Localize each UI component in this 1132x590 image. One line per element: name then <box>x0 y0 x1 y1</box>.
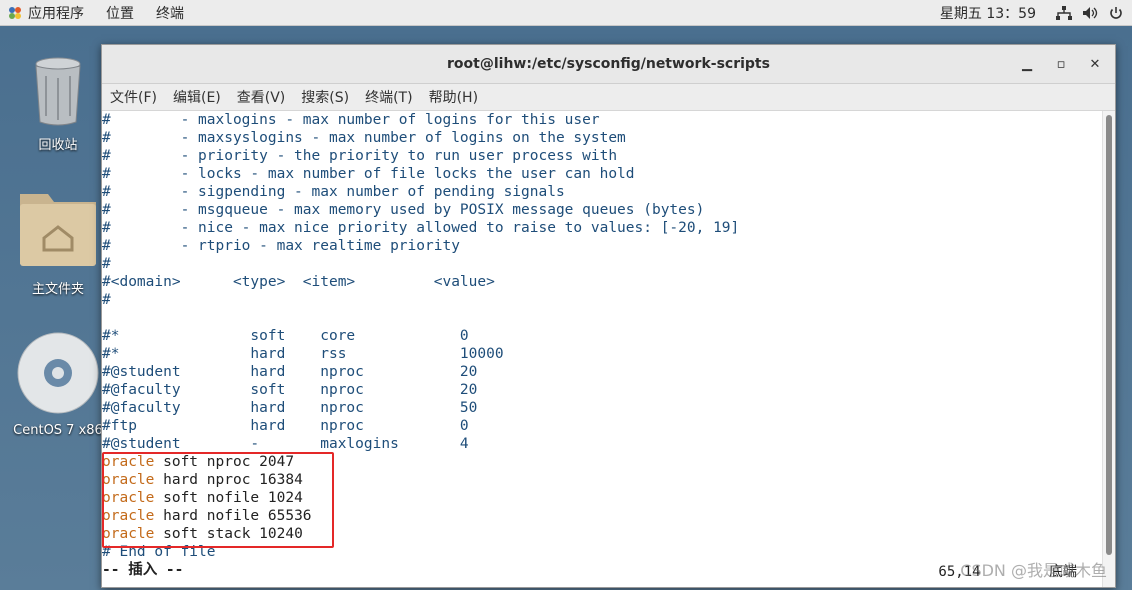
window-titlebar[interactable]: root@lihw:/etc/sysconfig/network-scripts… <box>102 45 1115 84</box>
terminal-menu[interactable]: 终端 <box>148 0 198 25</box>
oracle-keyword: oracle <box>102 526 155 542</box>
cd-icon <box>17 332 99 414</box>
terminal-line: # - nice - max nice priority allowed to … <box>102 220 740 236</box>
oracle-limit-rest: hard nproc 16384 <box>154 472 303 488</box>
minimize-button[interactable]: ▁ <box>1017 54 1037 74</box>
menu-search[interactable]: 搜索(S) <box>293 87 357 107</box>
oracle-limit-rest: soft nofile 1024 <box>154 490 303 506</box>
end-of-file-line: # End of file <box>102 544 216 560</box>
terminal-line: # <box>102 256 111 272</box>
scrollbar-thumb[interactable] <box>1106 115 1112 555</box>
terminal-line: # - msgqueue - max memory used by POSIX … <box>102 202 705 218</box>
oracle-limit-rest: soft nproc 2047 <box>154 454 295 470</box>
terminal-line: # - maxlogins - max number of logins for… <box>102 112 600 128</box>
trash-icon <box>35 57 81 126</box>
power-icon[interactable] <box>1108 6 1124 20</box>
trash-desktop-icon[interactable]: 回收站 <box>8 56 108 153</box>
terminal-content[interactable]: # - maxlogins - max number of logins for… <box>102 111 1102 587</box>
clock[interactable]: 星期五 13：59 <box>940 3 1036 23</box>
terminal-line: #@student hard nproc 20 <box>102 364 478 380</box>
terminal-line: #@faculty soft nproc 20 <box>102 382 478 398</box>
window-title: root@lihw:/etc/sysconfig/network-scripts <box>447 56 770 72</box>
top-menu: 应用程序 位置 终端 <box>0 0 198 25</box>
minimize-icon: ▁ <box>1022 56 1032 72</box>
applications-icon <box>9 6 21 19</box>
home-folder-desktop-icon[interactable]: 主文件夹 <box>8 186 108 297</box>
applications-menu[interactable]: 应用程序 <box>0 0 98 25</box>
cd-desktop-icon[interactable]: CentOS 7 x86 <box>8 331 108 438</box>
oracle-limit-line: oracle soft nofile 1024 <box>102 489 1102 507</box>
oracle-limit-rest: hard nofile 65536 <box>154 508 312 524</box>
home-folder-icon <box>20 194 96 266</box>
oracle-limit-rest: soft stack 10240 <box>154 526 303 542</box>
oracle-limit-line: oracle hard nofile 65536 <box>102 507 1102 525</box>
terminal-line: #<domain> <type> <item> <value> <box>102 274 495 290</box>
maximize-icon: ▫ <box>1056 56 1066 72</box>
terminal-line: #* soft core 0 <box>102 328 469 344</box>
top-right-tray: 星期五 13：59 <box>940 3 1132 23</box>
terminal-line: #* hard rss 10000 <box>102 346 504 362</box>
terminal-line: # - rtprio - max realtime priority <box>102 238 460 254</box>
terminal-line: #@faculty hard nproc 50 <box>102 400 478 416</box>
terminal-line: # - priority - the priority to run user … <box>102 148 618 164</box>
menu-edit[interactable]: 编辑(E) <box>165 87 229 107</box>
home-folder-label: 主文件夹 <box>31 282 84 297</box>
places-menu-label: 位置 <box>106 5 134 22</box>
menu-terminal[interactable]: 终端(T) <box>357 87 420 107</box>
oracle-limit-line: oracle soft nproc 2047 <box>102 453 1102 471</box>
menu-file[interactable]: 文件(F) <box>102 87 165 107</box>
watermark: CSDN @我是咸木鱼 <box>960 561 1107 580</box>
oracle-limit-line: oracle hard nproc 16384 <box>102 471 1102 489</box>
terminal-line: # <box>102 292 111 308</box>
top-panel: 应用程序 位置 终端 星期五 13：59 <box>0 0 1132 26</box>
oracle-keyword: oracle <box>102 472 155 488</box>
terminal-scrollbar[interactable] <box>1102 111 1115 587</box>
terminal-line: #ftp hard nproc 0 <box>102 418 469 434</box>
applications-menu-label: 应用程序 <box>28 5 84 22</box>
oracle-keyword: oracle <box>102 490 155 506</box>
oracle-keyword: oracle <box>102 454 155 470</box>
terminal-menu-label: 终端 <box>156 5 184 22</box>
oracle-keyword: oracle <box>102 508 155 524</box>
maximize-button[interactable]: ▫ <box>1051 54 1071 74</box>
places-menu[interactable]: 位置 <box>98 0 148 25</box>
terminal-line: # - sigpending - max number of pending s… <box>102 184 565 200</box>
menu-view[interactable]: 查看(V) <box>229 87 294 107</box>
terminal-line: # - maxsyslogins - max number of logins … <box>102 130 626 146</box>
close-icon: ✕ <box>1089 56 1101 72</box>
oracle-limit-line: oracle soft stack 10240 <box>102 525 1102 543</box>
trash-label: 回收站 <box>38 138 78 153</box>
menu-help[interactable]: 帮助(H) <box>421 87 486 107</box>
network-icon[interactable] <box>1056 5 1072 20</box>
terminal-window: root@lihw:/etc/sysconfig/network-scripts… <box>101 44 1116 588</box>
volume-icon[interactable] <box>1082 6 1098 20</box>
cd-label: CentOS 7 x86 <box>13 423 103 438</box>
close-button[interactable]: ✕ <box>1085 54 1105 74</box>
terminal-line: # - locks - max number of file locks the… <box>102 166 635 182</box>
window-menubar: 文件(F) 编辑(E) 查看(V) 搜索(S) 终端(T) 帮助(H) <box>102 84 1115 111</box>
window-controls: ▁ ▫ ✕ <box>1017 45 1105 83</box>
terminal-line: #@student - maxlogins 4 <box>102 436 469 452</box>
